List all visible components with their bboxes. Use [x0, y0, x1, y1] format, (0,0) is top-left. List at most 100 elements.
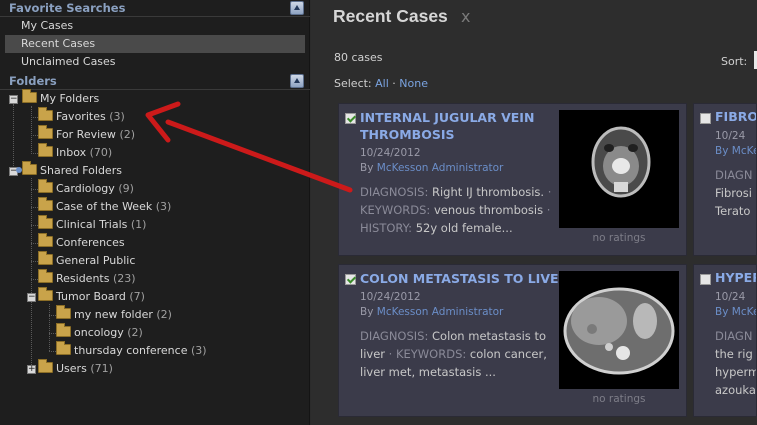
case-card-partial[interactable]: FIBROS 10/24 By McKe DIAGN Fibrosi Terat… — [693, 103, 757, 256]
case-card[interactable]: INTERNAL JUGULAR VEIN THROMBOSIS 10/24/2… — [338, 103, 687, 256]
case-date: 10/24/2012 — [360, 291, 421, 303]
case-description-line: the rig — [715, 347, 753, 361]
keywords-label: KEYWORDS: — [395, 347, 467, 361]
case-description: DIAGNOSIS: Right IJ thrombosis. · KEYWOR… — [360, 185, 552, 235]
folder-icon — [38, 125, 53, 139]
folder-label: Tumor Board — [56, 290, 126, 303]
sidebar: Favorite Searches My Cases Recent Cases … — [0, 0, 310, 425]
diagnosis-text: Right IJ thrombosis. — [432, 185, 545, 199]
folder-icon — [56, 323, 71, 337]
case-description: DIAGNOSIS: Colon metastasis to liver · K… — [360, 329, 547, 379]
folder-icon — [22, 89, 37, 103]
select-none-link[interactable]: None — [399, 77, 428, 90]
main-panel: Recent Cases x 80 cases Select: All · No… — [311, 0, 757, 425]
keywords-text: venous thrombosis — [433, 203, 544, 217]
folders-header: Folders — [0, 73, 310, 90]
folder-cardiology[interactable]: Cardiology (9) — [38, 179, 134, 198]
folder-favorites[interactable]: Favorites (3) — [38, 107, 125, 126]
folder-icon — [38, 251, 53, 265]
collapse-tumor-board-icon[interactable]: − — [27, 293, 36, 302]
history-label: HISTORY: — [360, 221, 413, 235]
folder-label: Residents — [56, 272, 110, 285]
folder-count: (7) — [129, 290, 145, 303]
folder-users[interactable]: Users (71) — [38, 359, 113, 378]
collapse-folders-icon[interactable] — [290, 74, 304, 88]
case-title-link[interactable]: COLON METASTASIS TO LIVER — [360, 270, 580, 287]
folder-label: Favorites — [56, 110, 106, 123]
folder-thursday-conference[interactable]: thursday conference (3) — [56, 341, 207, 360]
folder-tumor-board[interactable]: Tumor Board (7) — [38, 287, 145, 306]
author-link[interactable]: McKesson Administrator — [377, 306, 504, 318]
favorite-recent-cases[interactable]: Recent Cases — [5, 35, 305, 53]
folder-label: For Review — [56, 128, 116, 141]
diagnosis-label: DIAGNOSIS: — [360, 329, 429, 343]
favorite-unclaimed-cases[interactable]: Unclaimed Cases — [5, 53, 305, 71]
case-checkbox[interactable] — [345, 113, 356, 124]
favorite-searches-header: Favorite Searches — [0, 0, 310, 17]
folder-icon — [38, 359, 53, 373]
shared-folder-icon — [16, 161, 37, 175]
folder-count: (1) — [130, 218, 147, 231]
select-row: Select: All · None — [334, 77, 428, 90]
case-author-line: By McKesson Administrator — [360, 162, 503, 174]
case-checkbox[interactable] — [700, 113, 711, 124]
folder-icon — [38, 179, 53, 193]
case-card-partial[interactable]: HYPER 10/24 By McKe DIAGN the rig hyperm… — [693, 264, 757, 417]
case-description-line: Terato — [715, 204, 751, 218]
folder-for-review[interactable]: For Review (2) — [38, 125, 136, 144]
collapse-favorites-icon[interactable] — [290, 1, 304, 15]
folder-oncology[interactable]: oncology (2) — [56, 323, 143, 342]
diagnosis-label: DIAGN — [715, 329, 753, 343]
folder-count: (9) — [118, 182, 134, 195]
folder-residents[interactable]: Residents (23) — [38, 269, 136, 288]
case-checkbox[interactable] — [345, 274, 356, 285]
favorite-my-cases[interactable]: My Cases — [5, 17, 305, 35]
case-count: 80 cases — [334, 51, 383, 64]
ct-neck-scan-icon[interactable] — [559, 110, 679, 228]
folder-count: (2) — [119, 128, 136, 141]
folder-inbox[interactable]: Inbox (70) — [38, 143, 113, 162]
folder-label: Shared Folders — [40, 164, 122, 177]
folder-my-folders[interactable]: My Folders — [22, 89, 100, 108]
folder-count: (2) — [127, 326, 143, 339]
expand-users-icon[interactable]: + — [27, 365, 36, 374]
folder-count: (3) — [109, 110, 125, 123]
author-link[interactable]: McKesson Administrator — [377, 162, 504, 174]
case-author-line: By McKe — [715, 145, 757, 157]
folder-icon — [38, 197, 53, 211]
folder-count: (70) — [89, 146, 113, 159]
folder-icon — [56, 341, 71, 355]
folder-count: (2) — [156, 308, 172, 321]
folder-count: (23) — [112, 272, 136, 285]
case-title-link[interactable]: HYPER — [715, 270, 756, 285]
diagnosis-label: DIAGN — [715, 168, 753, 182]
folder-label: Conferences — [56, 236, 125, 249]
case-checkbox[interactable] — [700, 274, 711, 285]
collapse-my-folders-icon[interactable]: − — [9, 95, 18, 104]
case-card[interactable]: COLON METASTASIS TO LIVER 10/24/2012 By … — [338, 264, 687, 417]
select-all-link[interactable]: All — [375, 77, 389, 90]
close-tab-icon[interactable]: x — [461, 7, 470, 26]
folder-count: (71) — [90, 362, 113, 375]
select-separator: · — [392, 77, 396, 90]
case-title-link[interactable]: FIBROS — [715, 109, 756, 124]
ct-abdomen-scan-icon[interactable] — [559, 271, 679, 389]
folder-general-public[interactable]: General Public — [38, 251, 135, 270]
history-text: 52y old female... — [415, 221, 513, 235]
folder-label: thursday conference — [74, 344, 188, 357]
folder-shared-folders[interactable]: Shared Folders — [16, 161, 122, 180]
folder-clinical-trials[interactable]: Clinical Trials (1) — [38, 215, 147, 234]
sort-label: Sort: — [721, 55, 748, 68]
folder-conferences[interactable]: Conferences — [38, 233, 125, 252]
folder-label: My Folders — [40, 92, 100, 105]
rating-text: no ratings — [592, 232, 646, 244]
ellipsis-text: ... — [484, 365, 496, 379]
folder-label: Users — [56, 362, 87, 375]
case-author-line: By McKe — [715, 306, 757, 318]
folder-icon — [38, 233, 53, 247]
folder-case-of-the-week[interactable]: Case of the Week (3) — [38, 197, 171, 216]
folder-my-new-folder[interactable]: my new folder (2) — [56, 305, 172, 324]
case-date: 10/24/2012 — [360, 147, 421, 159]
folder-label: Clinical Trials — [56, 218, 128, 231]
case-title-link[interactable]: INTERNAL JUGULAR VEIN THROMBOSIS — [360, 109, 560, 143]
